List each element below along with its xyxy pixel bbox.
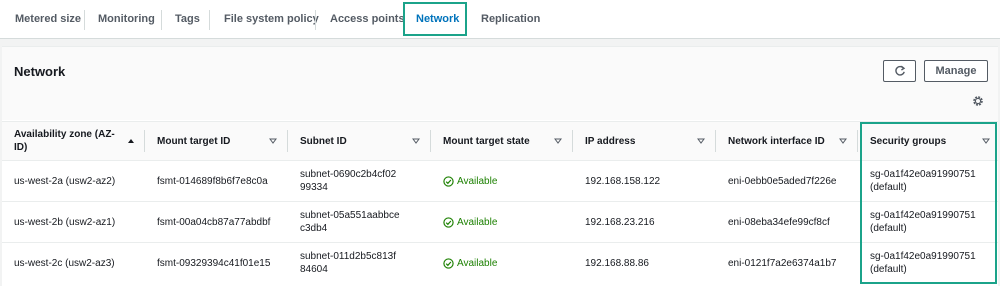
tab-bar: Metered size Monitoring Tags File system…	[0, 0, 1000, 39]
refresh-button[interactable]	[883, 60, 916, 82]
cell-subnet-id: subnet-05a551aabbcec3db4	[300, 210, 400, 234]
panel-title: Network	[14, 64, 66, 79]
column-header-mount-target-state[interactable]: Mount target state	[443, 122, 530, 160]
column-header-mount-target-id[interactable]: Mount target ID	[157, 122, 230, 160]
cell-mount-target-state: Available	[443, 243, 497, 283]
tab-highlight-box	[403, 2, 467, 36]
sort-icon[interactable]	[269, 137, 277, 145]
cell-mount-target-state: Available	[443, 161, 497, 201]
tab-monitoring[interactable]: Monitoring	[98, 0, 155, 38]
cell-availability-zone: us-west-2c (usw2-az3)	[14, 257, 115, 269]
table-header: Availability zone (AZ-ID) Mount target I…	[2, 121, 998, 161]
network-panel: Network Manage Availability zone (AZ-ID)…	[2, 46, 998, 286]
cell-mount-target-state: Available	[443, 202, 497, 242]
security-groups-highlight-box	[860, 122, 997, 284]
sort-icon[interactable]	[412, 137, 420, 145]
sort-icon[interactable]	[697, 137, 705, 145]
column-divider[interactable]	[144, 130, 145, 152]
cell-mount-target-id: fsmt-09329394c41f01e15	[157, 257, 271, 269]
manage-button[interactable]: Manage	[924, 60, 988, 82]
sort-ascending-icon[interactable]	[127, 137, 135, 145]
table-row: us-west-2b (usw2-az1) fsmt-00a04cb87a77a…	[2, 202, 998, 243]
sort-icon[interactable]	[554, 137, 562, 145]
cell-network-interface-id: eni-08eba34efe99cf8cf	[728, 216, 830, 228]
cell-network-interface-id: eni-0ebb0e5aded7f226e	[728, 175, 837, 187]
tab-divider	[84, 10, 85, 30]
column-header-subnet-id[interactable]: Subnet ID	[300, 122, 347, 160]
sort-icon[interactable]	[839, 137, 847, 145]
column-divider[interactable]	[572, 130, 573, 152]
status-label: Available	[457, 216, 498, 228]
cell-ip-address: 192.168.23.216	[585, 216, 655, 228]
gear-icon[interactable]	[972, 95, 984, 107]
cell-subnet-id: subnet-011d2b5c813f84604	[300, 251, 397, 275]
tab-divider	[315, 10, 316, 30]
cell-availability-zone: us-west-2a (usw2-az2)	[14, 175, 116, 187]
tab-access-points[interactable]: Access points	[330, 0, 405, 38]
column-header-ip-address[interactable]: IP address	[585, 122, 635, 160]
panel-header: Network Manage	[2, 47, 998, 120]
column-divider[interactable]	[857, 130, 858, 152]
table-row: us-west-2a (usw2-az2) fsmt-014689f8b6f7e…	[2, 161, 998, 202]
tab-metered-size[interactable]: Metered size	[15, 0, 81, 38]
check-circle-icon	[443, 175, 454, 187]
table-row: us-west-2c (usw2-az3) fsmt-09329394c41f0…	[2, 243, 998, 284]
cell-subnet-id: subnet-0690c2b4cf0299334	[300, 169, 397, 193]
column-header-network-interface-id[interactable]: Network interface ID	[728, 122, 825, 160]
status-label: Available	[457, 175, 498, 187]
column-header-availability-zone[interactable]: Availability zone (AZ-ID)	[14, 122, 124, 160]
column-divider[interactable]	[430, 130, 431, 152]
tab-tags[interactable]: Tags	[175, 0, 200, 38]
tab-divider	[209, 10, 210, 30]
refresh-icon	[894, 65, 905, 76]
check-circle-icon	[443, 257, 454, 269]
cell-mount-target-id: fsmt-00a04cb87a77abdbf	[157, 216, 271, 228]
tab-replication[interactable]: Replication	[481, 0, 540, 38]
status-label: Available	[457, 257, 498, 269]
column-divider[interactable]	[715, 130, 716, 152]
cell-ip-address: 192.168.88.86	[585, 257, 649, 269]
column-divider[interactable]	[287, 130, 288, 152]
tab-divider	[161, 10, 162, 30]
cell-network-interface-id: eni-0121f7a2e6374a1b7	[728, 257, 837, 269]
cell-ip-address: 192.168.158.122	[585, 175, 661, 187]
cell-availability-zone: us-west-2b (usw2-az1)	[14, 216, 116, 228]
cell-mount-target-id: fsmt-014689f8b6f7e8c0a	[157, 175, 268, 187]
check-circle-icon	[443, 216, 454, 228]
tab-file-system-policy[interactable]: File system policy	[224, 0, 319, 38]
